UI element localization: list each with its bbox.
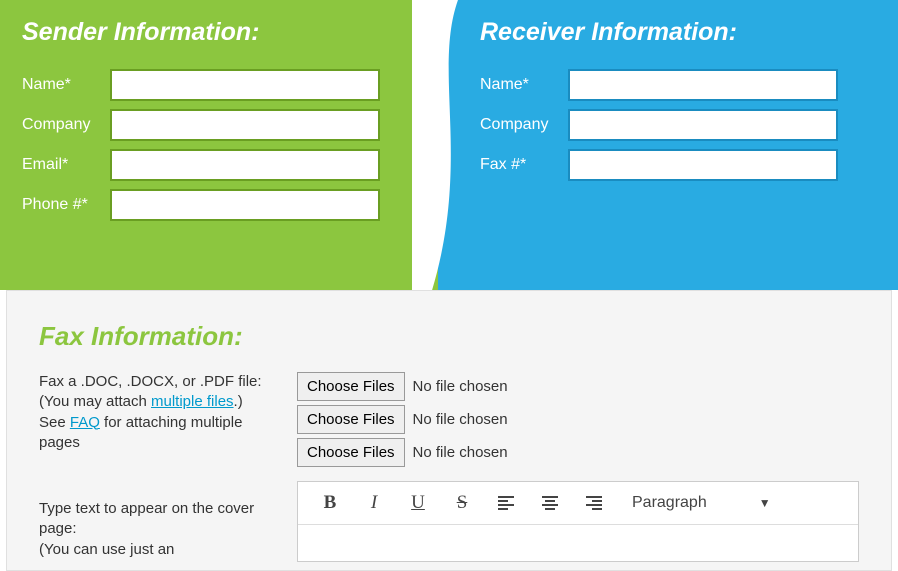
strikethrough-button[interactable]: S	[442, 488, 482, 518]
sender-company-row: Company	[22, 109, 418, 141]
sender-phone-label: Phone #*	[22, 195, 110, 214]
cover-page-prompt: Type text to appear on the cover page: (…	[39, 481, 297, 560]
sender-email-input[interactable]	[110, 149, 380, 181]
chevron-down-icon: ▼	[759, 496, 771, 510]
paragraph-format-label: Paragraph	[632, 494, 707, 512]
fax-info-section: Fax Information: Fax a .DOC, .DOCX, or .…	[6, 290, 892, 571]
receiver-fax-row: Fax #*	[480, 149, 876, 181]
sender-phone-row: Phone #*	[22, 189, 418, 221]
cover-prompt-line1: Type text to appear on the cover page:	[39, 500, 254, 537]
sender-company-input[interactable]	[110, 109, 380, 141]
sender-email-row: Email*	[22, 149, 418, 181]
sender-email-label: Email*	[22, 155, 110, 174]
file-prompt-line2a: (You may attach	[39, 393, 151, 410]
italic-button[interactable]: I	[354, 488, 394, 518]
multiple-files-link[interactable]: multiple files	[151, 393, 234, 410]
file-prompt-line2b: .)	[234, 393, 243, 410]
fax-info-title: Fax Information:	[39, 321, 859, 352]
file-input-2: Choose Files No file chosen	[297, 405, 859, 434]
no-file-text-3: No file chosen	[413, 444, 508, 461]
file-inputs: Choose Files No file chosen Choose Files…	[297, 372, 859, 471]
file-input-1: Choose Files No file chosen	[297, 372, 859, 401]
sender-name-label: Name*	[22, 75, 110, 94]
file-input-3: Choose Files No file chosen	[297, 438, 859, 467]
receiver-fax-input[interactable]	[568, 149, 838, 181]
sender-company-label: Company	[22, 115, 110, 134]
choose-files-button-3[interactable]: Choose Files	[297, 438, 405, 467]
receiver-name-input[interactable]	[568, 69, 838, 101]
align-center-button[interactable]	[530, 488, 570, 518]
receiver-company-label: Company	[480, 115, 568, 134]
align-left-button[interactable]	[486, 488, 526, 518]
sender-phone-input[interactable]	[110, 189, 380, 221]
receiver-name-label: Name*	[480, 75, 568, 94]
bold-button[interactable]: B	[310, 488, 350, 518]
receiver-name-row: Name*	[480, 69, 876, 101]
sender-name-input[interactable]	[110, 69, 380, 101]
cover-prompt-line2: (You can use just an	[39, 541, 174, 558]
no-file-text-2: No file chosen	[413, 411, 508, 428]
choose-files-button-1[interactable]: Choose Files	[297, 372, 405, 401]
choose-files-button-2[interactable]: Choose Files	[297, 405, 405, 434]
receiver-section: Receiver Information: Name* Company Fax …	[458, 0, 898, 189]
sender-name-row: Name*	[22, 69, 418, 101]
cover-page-row: Type text to appear on the cover page: (…	[39, 481, 859, 562]
rich-text-editor: B I U S Paragraph ▼	[297, 481, 859, 562]
file-upload-prompt: Fax a .DOC, .DOCX, or .PDF file: (You ma…	[39, 372, 297, 453]
faq-link[interactable]: FAQ	[70, 414, 100, 431]
no-file-text-1: No file chosen	[413, 378, 508, 395]
receiver-company-input[interactable]	[568, 109, 838, 141]
editor-container: B I U S Paragraph ▼	[297, 481, 859, 562]
receiver-title: Receiver Information:	[480, 18, 876, 47]
top-panel: Sender Information: Name* Company Email*…	[0, 0, 898, 290]
file-prompt-line1: Fax a .DOC, .DOCX, or .PDF file:	[39, 373, 262, 390]
paragraph-format-select[interactable]: Paragraph ▼	[626, 494, 777, 512]
underline-button[interactable]: U	[398, 488, 438, 518]
sender-title: Sender Information:	[22, 18, 418, 47]
editor-toolbar: B I U S Paragraph ▼	[298, 482, 858, 525]
align-right-button[interactable]	[574, 488, 614, 518]
file-prompt-line3a: See	[39, 414, 70, 431]
editor-textarea[interactable]	[298, 525, 858, 561]
file-upload-row: Fax a .DOC, .DOCX, or .PDF file: (You ma…	[39, 372, 859, 471]
receiver-company-row: Company	[480, 109, 876, 141]
receiver-fax-label: Fax #*	[480, 155, 568, 174]
sender-section: Sender Information: Name* Company Email*…	[0, 0, 440, 229]
